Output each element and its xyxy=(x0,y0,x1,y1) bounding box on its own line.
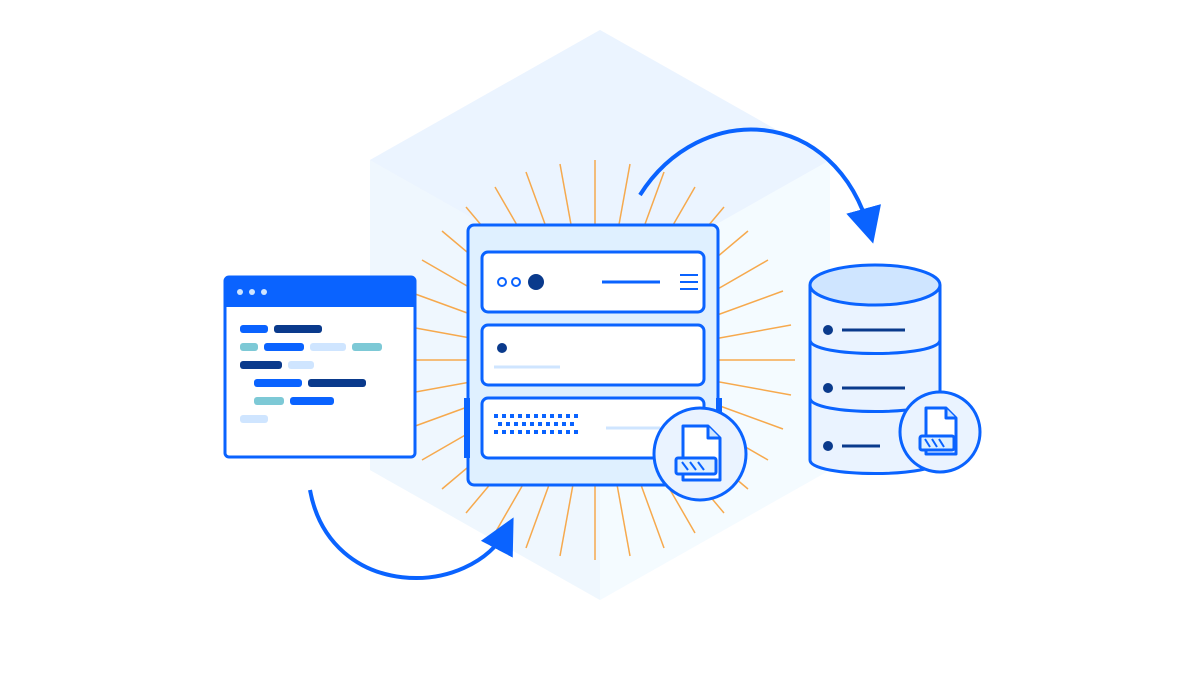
file-badge-database xyxy=(900,392,980,472)
file-badge-server xyxy=(654,408,746,500)
file-icon xyxy=(676,426,720,480)
architecture-diagram xyxy=(0,0,1201,675)
file-icon xyxy=(920,408,956,454)
diagram-svg xyxy=(0,0,1201,675)
code-window xyxy=(225,277,415,457)
